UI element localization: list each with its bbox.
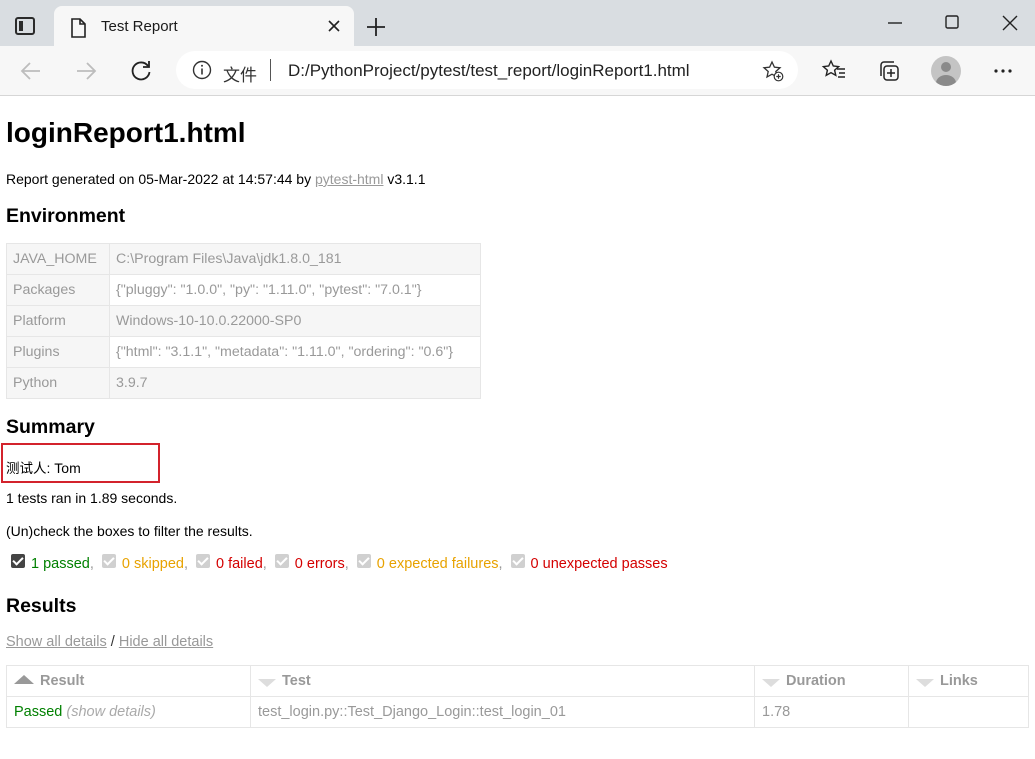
env-key: JAVA_HOME [6,243,110,275]
page-icon [71,18,86,38]
show-details-toggle[interactable]: (show details) [66,704,155,720]
filter-xpassed-label: 0 unexpected passes [530,556,668,572]
result-filters: 1 passed, 0 skipped, 0 failed, 0 errors,… [11,554,676,572]
environment-table: JAVA_HOME C:\Program Files\Java\jdk1.8.0… [6,243,481,399]
slash: / [106,634,119,650]
browser-titlebar: Test Report [0,0,1035,46]
column-result[interactable]: Result [6,665,251,697]
filter-passed-label: 1 passed [31,556,90,572]
favorites-icon[interactable] [821,58,847,84]
filter-xpassed-checkbox[interactable] [510,554,525,568]
tester-line: 测试人: Tom [6,457,81,477]
maximize-icon[interactable] [939,10,965,36]
env-key: Python [6,367,110,399]
sort-ascending-icon [14,675,34,684]
add-favorite-icon[interactable] [762,60,784,82]
collections-icon[interactable] [876,58,902,84]
filter-failed-checkbox[interactable] [196,554,210,568]
refresh-icon[interactable] [128,58,154,84]
filter-passed-checkbox[interactable] [11,554,25,568]
info-icon[interactable] [192,60,212,80]
env-key: Packages [6,274,110,306]
comma: , [183,556,188,572]
sort-icon [916,679,934,687]
links-cell [908,696,1029,728]
column-duration-label: Duration [786,673,846,689]
env-key: Plugins [6,336,110,368]
filter-errors-checkbox[interactable] [274,554,289,568]
table-row[interactable]: Passed (show details) test_login.py::Tes… [6,696,1029,728]
column-links[interactable]: Links [908,665,1029,697]
hide-all-details-link[interactable]: Hide all details [119,634,213,650]
address-scheme-label: 文件 [223,66,257,86]
tester-label: 测试人 [6,461,47,477]
back-arrow-icon[interactable] [18,58,44,84]
sort-icon [258,679,276,687]
results-table: Result Test Duration Links Passed (show … [6,665,1029,728]
results-heading: Results [6,595,77,617]
more-menu-icon[interactable] [990,58,1016,84]
report-generated-line: Report generated on 05-Mar-2022 at 14:57… [6,171,425,187]
result-cell: Passed (show details) [6,696,251,728]
close-tab-icon[interactable] [325,17,343,35]
column-test-label: Test [282,673,311,689]
tab-actions-icon[interactable] [15,17,35,35]
close-window-icon[interactable] [997,10,1023,36]
table-row: Plugins {"html": "3.1.1", "metadata": "1… [6,336,481,368]
env-value: {"pluggy": "1.0.0", "py": "1.11.0", "pyt… [109,274,481,306]
filter-xfailed-checkbox[interactable] [356,554,371,568]
tester-value: : Tom [46,460,81,476]
details-toggles: Show all details / Hide all details [6,634,213,650]
sort-icon [762,679,780,687]
comma: , [262,556,267,572]
env-value: 3.9.7 [109,367,481,399]
duration-cell: 1.78 [754,696,909,728]
tests-ran-text: 1 tests ran in 1.89 seconds. [6,490,178,506]
show-all-details-link[interactable]: Show all details [6,634,107,650]
column-result-label: Result [40,673,85,689]
test-name-cell: test_login.py::Test_Django_Login::test_l… [250,696,755,728]
comma: , [89,556,94,572]
env-key: Platform [6,305,110,337]
column-duration[interactable]: Duration [754,665,909,697]
tab-test-report[interactable]: Test Report [54,6,354,46]
env-value: C:\Program Files\Java\jdk1.8.0_181 [109,243,481,275]
column-links-label: Links [940,673,978,689]
column-test[interactable]: Test [250,665,755,697]
generated-text: Report generated on 05-Mar-2022 at 14:57… [6,171,315,187]
table-row: JAVA_HOME C:\Program Files\Java\jdk1.8.0… [6,243,481,275]
filter-skipped-checkbox[interactable] [101,554,116,568]
pytest-html-link[interactable]: pytest-html [315,171,383,187]
tab-title: Test Report [101,18,178,35]
result-status: Passed [14,704,63,720]
environment-heading: Environment [6,205,126,227]
address-url[interactable]: D:/PythonProject/pytest/test_report/logi… [288,61,690,81]
browser-toolbar: 文件 D:/PythonProject/pytest/test_report/l… [0,46,1035,96]
page-title: loginReport1.html [6,117,246,148]
filter-xfailed-label: 0 expected failures [376,556,499,572]
generator-version: v3.1.1 [383,171,426,187]
address-separator [270,59,271,81]
report-page: loginReport1.html Report generated on 05… [0,97,1035,759]
profile-avatar[interactable] [931,56,961,86]
filter-errors-label: 0 errors [294,556,345,572]
env-value: Windows-10-10.0.22000-SP0 [109,305,481,337]
filter-failed-label: 0 failed [216,556,263,572]
minimize-icon[interactable] [882,10,908,36]
table-row: Platform Windows-10-10.0.22000-SP0 [6,305,481,337]
filter-skipped-label: 0 skipped [121,556,184,572]
table-row: Python 3.9.7 [6,367,481,399]
table-row: Packages {"pluggy": "1.0.0", "py": "1.11… [6,274,481,306]
address-bar[interactable]: 文件 D:/PythonProject/pytest/test_report/l… [176,51,798,89]
comma: , [344,556,349,572]
summary-heading: Summary [6,416,95,438]
forward-arrow-icon[interactable] [73,58,99,84]
filter-instructions: (Un)check the boxes to filter the result… [6,523,253,539]
env-value: {"html": "3.1.1", "metadata": "1.11.0", … [109,336,481,368]
new-tab-icon[interactable] [364,15,388,39]
table-header-row: Result Test Duration Links [6,665,1029,697]
comma: , [498,556,503,572]
